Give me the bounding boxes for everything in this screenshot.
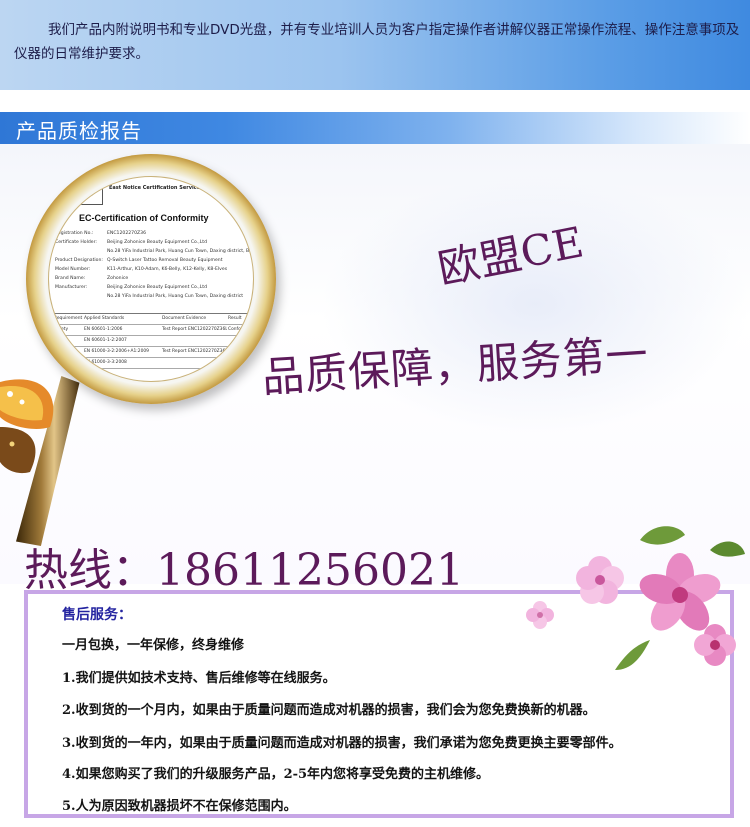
certificate-field: Product Designation: Q-Switch Laser Tatto…: [55, 258, 223, 263]
intro-banner: 我们产品内附说明书和专业DVD光盘，并有专业培训人员为客户指定操作者讲解仪器正常…: [0, 0, 750, 90]
table-row: Safety EN 60601-1:2006 Test Report ENC12…: [53, 325, 253, 336]
spacer: [0, 90, 750, 112]
service-title: 售后服务：: [62, 607, 132, 623]
certificate-field: Model Number: K11-Arthur, K10-Adam, K6-Be…: [55, 267, 228, 272]
certificate-field: No.28 YiFa Industrial Park, Huang Cun To…: [107, 294, 244, 299]
quality-report-hero: NC East Notice Certification Service Co.…: [0, 144, 750, 584]
certificate-field: Certificate Holder: Beijing Zohonice Beau…: [55, 240, 207, 245]
service-line: 2.收到货的一个月内，如果由于质量问题而造成对机器的损害，我们会为您免费换新的机…: [62, 703, 596, 718]
table-row: EN 61000-3-3:2008: [53, 358, 253, 369]
hotline-text: 热线：18611256021: [24, 545, 464, 596]
certificate-title: EC-Certification of Conformity: [79, 213, 209, 223]
service-line: 5.人为原因致机器损坏不在保修范围内。: [62, 799, 297, 814]
certificate-view: NC East Notice Certification Service Co.…: [48, 176, 254, 382]
certificate-field: Manufacturer: Beijing Zohonice Beauty Equ…: [55, 285, 207, 290]
certificate-standards-table: Requirement Applied Standards Document E…: [53, 313, 253, 369]
certificate-field: Registration No.: ENC1202270Z36: [55, 231, 146, 236]
certificate-field: No.28 YiFa Industrial Park, Huang Cun To…: [107, 249, 251, 254]
service-line: 1.我们提供如技术支持、售后维修等在线服务。: [62, 671, 336, 686]
service-line: 3.收到货的一年内，如果由于质量问题而造成对机器的损害，我们承诺为您免费更换主要…: [62, 736, 622, 751]
table-header-row: Requirement Applied Standards Document E…: [53, 314, 253, 325]
magnifier-lens-ring: NC East Notice Certification Service Co.…: [26, 154, 276, 404]
flower-decoration-icon: [526, 526, 745, 670]
intro-text: 我们产品内附说明书和专业DVD光盘，并有专业培训人员为客户指定操作者讲解仪器正常…: [14, 22, 740, 62]
service-line: 4.如果您购买了我们的升级服务产品，2-5年内您将享受免费的主机维修。: [62, 767, 490, 782]
certificate-field: Brand Name: Zohonice: [55, 276, 129, 281]
service-line: 一月包换，一年保修，终身维修: [62, 638, 245, 653]
certificate-logo: NC: [69, 183, 103, 205]
section-header-bar: 产品质检报告: [0, 112, 750, 144]
table-row: EN 61000-3-2:2006+A1:2009 Test Report EN…: [53, 347, 253, 358]
butterfly-icon: [0, 379, 54, 474]
certificate-fields: Registration No.: ENC1202270Z36 Certifica…: [55, 229, 251, 301]
section-title: 产品质检报告: [16, 119, 142, 143]
table-row: EN 60601-1-2:2007: [53, 336, 253, 347]
certificate-issuer: East Notice Certification Service Co.,: [109, 185, 213, 191]
